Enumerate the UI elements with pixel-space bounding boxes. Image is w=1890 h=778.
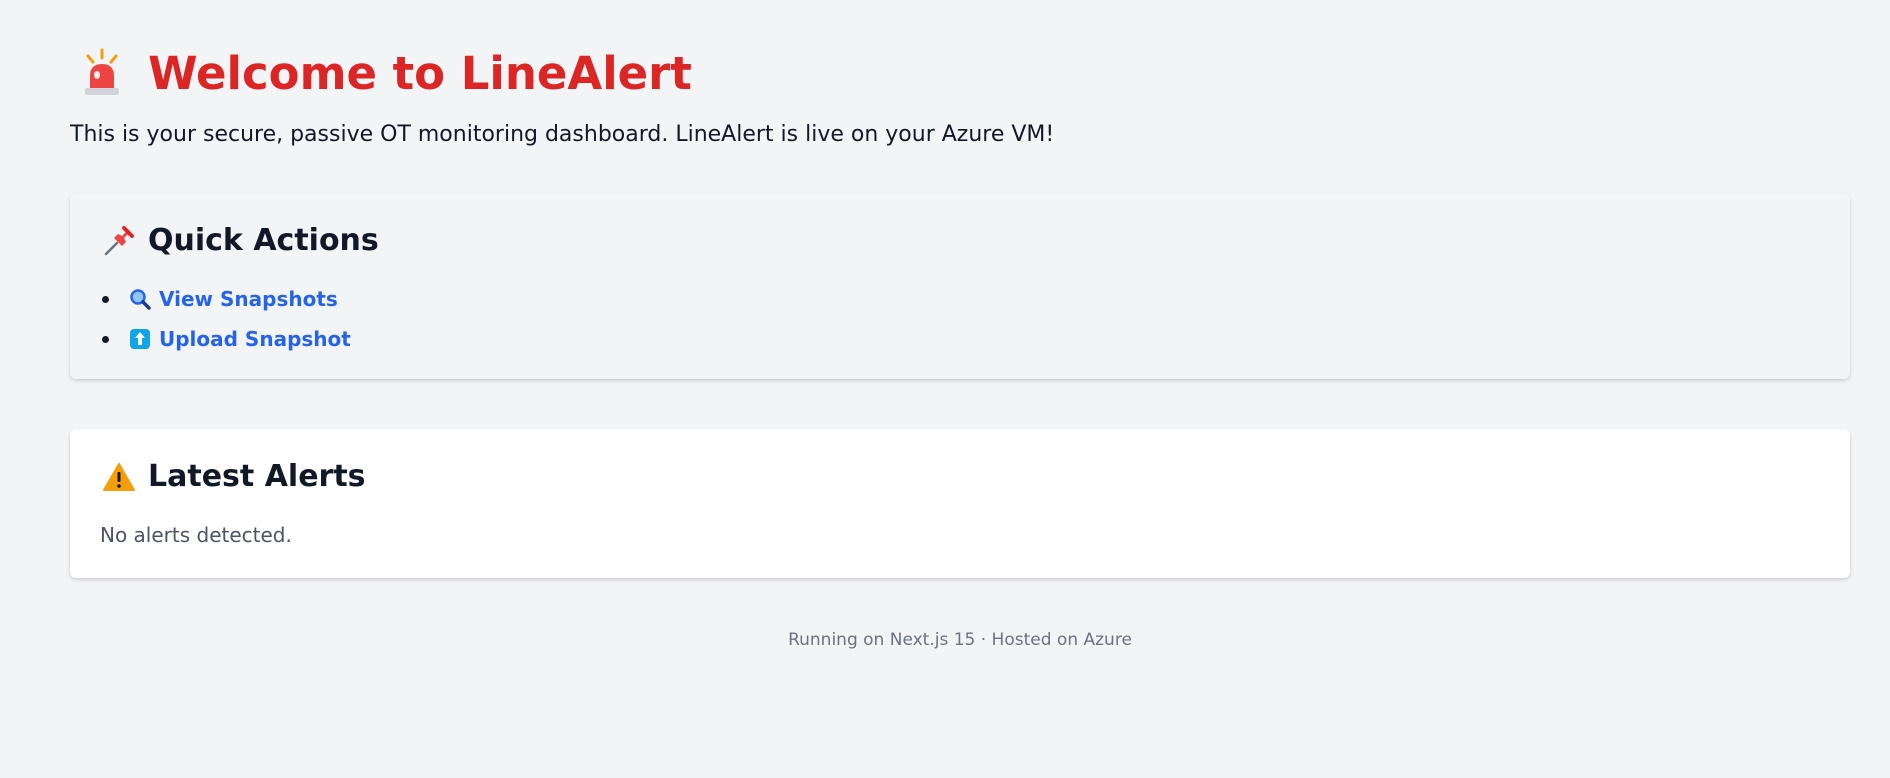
latest-alerts-heading-label: Latest Alerts: [148, 459, 366, 494]
bullet-icon: [102, 295, 109, 303]
footer-text: Running on Next.js 15 · Hosted on Azure: [788, 630, 1132, 650]
quick-actions-heading-label: Quick Actions: [148, 223, 379, 258]
siren-icon: [82, 48, 122, 98]
page-title: Welcome to LineAlert: [148, 46, 692, 100]
magnifier-icon: [129, 288, 151, 310]
warning-icon: [102, 460, 136, 494]
upload-arrow-icon: [129, 328, 151, 350]
latest-alerts-heading: Latest Alerts: [102, 459, 366, 494]
bullet-icon: [102, 335, 109, 343]
upload-snapshot-link[interactable]: Upload Snapshot: [159, 327, 351, 351]
quick-actions-list: View Snapshots Upload Snapshot: [100, 279, 351, 359]
list-item: View Snapshots: [100, 279, 351, 319]
quick-actions-card: Quick Actions View Snapshots Upload Snap…: [70, 193, 1850, 379]
list-item: Upload Snapshot: [100, 319, 351, 359]
latest-alerts-card: Latest Alerts No alerts detected.: [70, 429, 1850, 578]
quick-actions-heading: Quick Actions: [102, 223, 379, 258]
alerts-empty-message: No alerts detected.: [100, 523, 292, 547]
dashboard-page: Welcome to LineAlert This is your secure…: [0, 0, 1890, 778]
page-header: Welcome to LineAlert: [70, 46, 1820, 100]
view-snapshots-link[interactable]: View Snapshots: [159, 287, 338, 311]
page-subtitle: This is your secure, passive OT monitori…: [70, 122, 1055, 147]
pushpin-icon: [102, 224, 136, 258]
